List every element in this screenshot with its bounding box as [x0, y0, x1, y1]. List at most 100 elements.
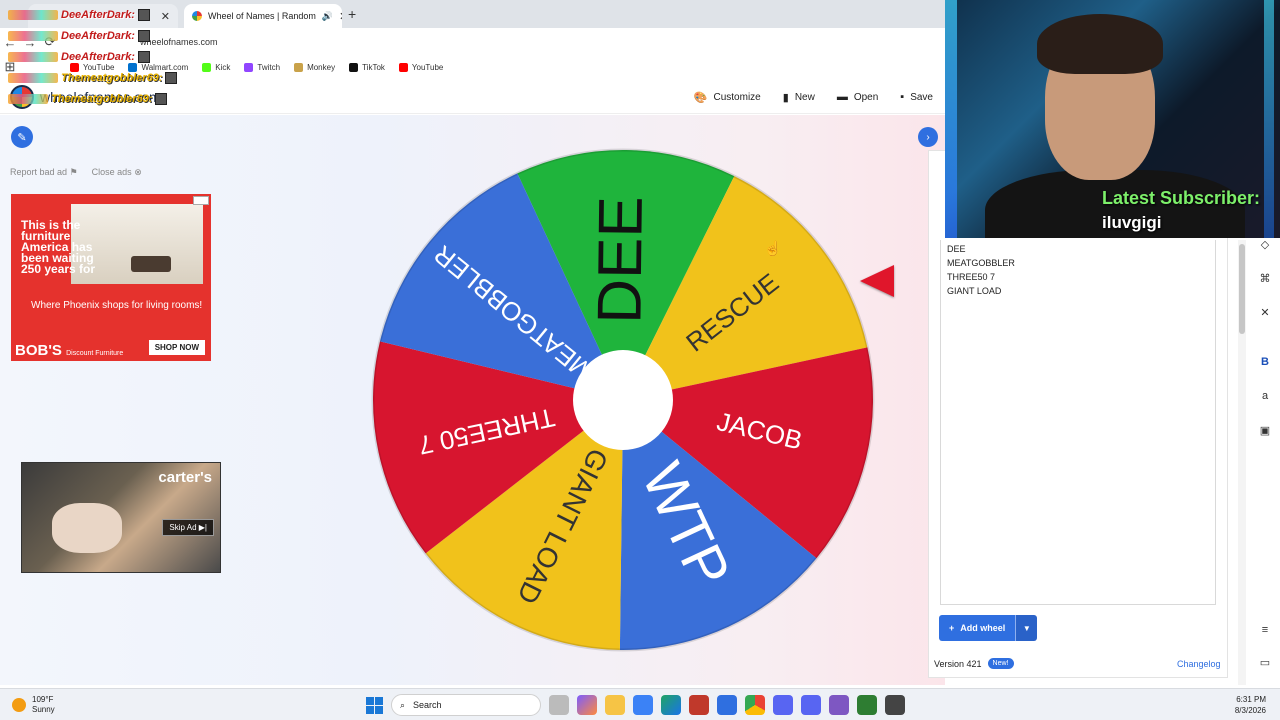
entry-line: THREE50 7 [947, 272, 996, 282]
chat-line: Themeatgobbler69: [8, 88, 177, 109]
wheel-pointer-icon [860, 265, 894, 297]
version-info: Version 421 New! [934, 658, 1014, 669]
chat-username: Themeatgobbler69: [61, 71, 163, 84]
bookmark-kick[interactable]: Kick [202, 62, 230, 72]
settings-sliders-icon[interactable]: ≡ [1257, 624, 1273, 640]
system-clock[interactable]: 6:31 PM 8/3/2026 [1235, 694, 1266, 716]
open-label: Open [853, 91, 879, 103]
close-ads-link[interactable]: Close ads ⊗ [92, 167, 142, 178]
copilot-icon[interactable] [577, 695, 597, 715]
wheel-svg[interactable]: DEE RESCUEJACOBWTPGIANT LOADTHREE50 7MEAT… [368, 145, 878, 655]
customize-button[interactable]: 🎨 Customize [694, 91, 761, 104]
ad-subtext: Where Phoenix shops for living rooms! [31, 300, 203, 311]
customize-label: Customize [713, 91, 761, 103]
report-bad-ad-link[interactable]: Report bad ad ⚑ [10, 167, 78, 178]
emote-icon [137, 29, 150, 42]
bookmark-label: Twitch [257, 62, 281, 72]
close-ads-label: Close ads [91, 167, 132, 177]
briefcase-icon[interactable]: ▣ [1257, 424, 1273, 440]
tools-icon[interactable]: ✕ [1257, 306, 1273, 322]
ad-links: Report bad ad ⚑ Close ads ⊗ [10, 167, 142, 178]
bookmark-monkey[interactable]: Monkey [294, 62, 335, 72]
weather-condition: Sunny [32, 705, 55, 714]
new-button[interactable]: ▮ New [783, 91, 815, 104]
clock-date: 8/3/2026 [1234, 706, 1266, 715]
scrollbar-thumb[interactable] [1239, 244, 1245, 334]
close-circle-icon: ⊗ [134, 167, 142, 177]
clock-time: 6:31 PM [1236, 695, 1266, 704]
led-strip [945, 0, 957, 238]
collapse-panel-button[interactable]: › [918, 127, 938, 147]
bookmark-twitch[interactable]: Twitch [244, 62, 281, 72]
layout-icon[interactable]: ▭ [1257, 656, 1273, 672]
main-area: ✎ Report bad ad ⚑ Close ads ⊗ This is th… [0, 115, 945, 685]
chat-username: DeeAfterDark: [61, 50, 135, 63]
video-ad[interactable]: carter's Skip Ad ▶| [21, 462, 221, 573]
new-tab-button[interactable]: + [348, 6, 356, 22]
monkey-icon [294, 62, 304, 72]
site-menu: 🎨 Customize ▮ New ▬ Open ▪ Save [694, 80, 933, 114]
youtube-icon [398, 62, 408, 72]
tab-wheel-of-names[interactable]: Wheel of Names | Random 🔊 ✕ [184, 4, 342, 28]
hand-cursor-icon: ☝ [764, 240, 782, 256]
ad-video-frame [52, 503, 122, 553]
weather-text: 109°F Sunny [32, 695, 55, 715]
ad-headline: This is the furniture America has been w… [21, 218, 96, 276]
save-button[interactable]: ▪ Save [900, 91, 933, 103]
store-icon[interactable] [633, 695, 653, 715]
panel-scrollbar[interactable] [1238, 240, 1246, 685]
adchoices-icon[interactable] [193, 196, 209, 205]
app-icon[interactable] [689, 695, 709, 715]
entries-textarea[interactable]: DEE MEATGOBBLER THREE50 7 GIANT LOAD [940, 240, 1216, 605]
taskbar-apps: ⌕ Search [366, 694, 905, 716]
flag-icon: ⚑ [69, 167, 78, 177]
weather-widget[interactable]: 109°F Sunny [12, 695, 55, 715]
palette-icon: 🎨 [693, 91, 708, 104]
wheel-hub[interactable] [573, 350, 673, 450]
obs-icon[interactable] [885, 695, 905, 715]
bookmark-tiktok[interactable]: TikTok [349, 62, 385, 72]
discord-icon[interactable] [801, 695, 821, 715]
close-tab-icon[interactable]: ✕ [339, 10, 342, 23]
chevron-down-icon[interactable]: ▼ [1015, 615, 1038, 641]
bookmark-youtube-2[interactable]: YouTube [398, 62, 444, 72]
app-icon[interactable] [829, 695, 849, 715]
changelog-link[interactable]: Changelog [1177, 659, 1221, 669]
task-view-icon[interactable] [549, 695, 569, 715]
chat-line: DeeAfterDark: [8, 4, 177, 25]
skip-ad-button[interactable]: Skip Ad ▶| [162, 519, 214, 536]
chrome-icon[interactable] [745, 695, 765, 715]
add-wheel-label: Add wheel [960, 623, 1006, 633]
discord-icon[interactable] [773, 695, 793, 715]
search-icon: ⌕ [400, 699, 406, 710]
windows-start-icon[interactable] [366, 696, 383, 714]
wheel[interactable]: DEE RESCUE JACOB WTP GIANT LOAD THREE50 7 MEAT… [368, 145, 878, 655]
edit-pencil-icon[interactable]: ✎ [11, 126, 33, 148]
taskbar-search[interactable]: ⌕ Search [391, 694, 541, 716]
bookmark-label: YouTube [411, 62, 444, 72]
taskbar: 109°F Sunny ⌕ Search 6:31 PM 8/3/2026 [0, 688, 1280, 720]
gamepad-icon[interactable]: ⌘ [1257, 272, 1273, 288]
badges-icon [8, 9, 58, 20]
amazon-icon[interactable]: a [1257, 390, 1273, 406]
emote-icon [165, 71, 178, 84]
version-label: Version 421 [934, 658, 982, 669]
entry-line: GIANT LOAD [947, 286, 1002, 296]
emote-icon [137, 8, 150, 21]
edge-icon[interactable] [661, 695, 681, 715]
app-icon[interactable] [717, 695, 737, 715]
furniture-ad[interactable]: This is the furniture America has been w… [11, 194, 211, 361]
badges-icon [8, 51, 58, 62]
app-icon[interactable] [857, 695, 877, 715]
save-label: Save [910, 91, 933, 103]
bing-icon[interactable]: B [1257, 356, 1273, 372]
shop-now-button[interactable]: SHOP NOW [148, 340, 205, 355]
add-wheel-button[interactable]: + Add wheel [939, 615, 1016, 641]
file-explorer-icon[interactable] [605, 695, 625, 715]
stream-chat-overlay: DeeAfterDark: DeeAfterDark: DeeAfterDark… [8, 4, 178, 109]
tag-icon[interactable]: ◇ [1257, 238, 1273, 254]
open-button[interactable]: ▬ Open [837, 91, 878, 103]
speaker-icon[interactable]: 🔊 [322, 11, 333, 22]
new-label: New [794, 91, 815, 103]
ad-brand-name: BOB'S [15, 342, 62, 359]
